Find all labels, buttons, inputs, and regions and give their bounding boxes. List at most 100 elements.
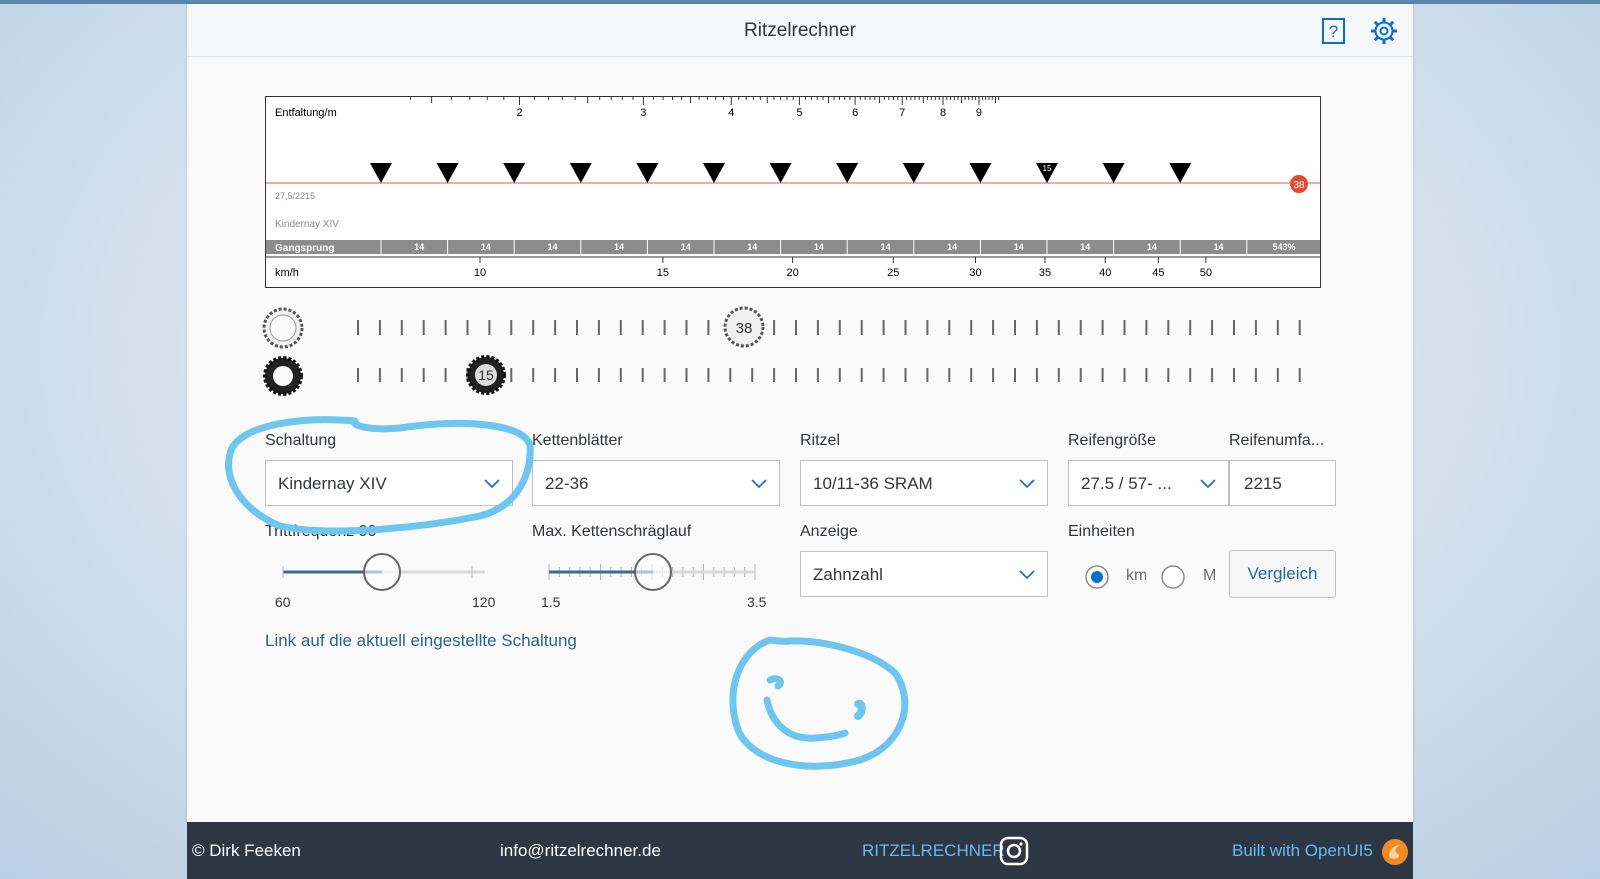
step-value: 14 — [1147, 242, 1157, 252]
speed-axis-label: km/h — [275, 267, 299, 279]
chainring-small-icon[interactable] — [262, 307, 304, 349]
chainring-value: 38 — [736, 320, 753, 337]
svg-text:?: ? — [1329, 22, 1338, 41]
ritzel-value: 10/11-36 SRAM — [813, 474, 933, 493]
step-value: 14 — [481, 242, 491, 252]
schaltung-link[interactable]: Link auf die aktuell eingestellte Schalt… — [265, 631, 577, 651]
step-value: 14 — [614, 242, 624, 252]
reifenumfang-input[interactable]: 2215 — [1229, 460, 1336, 506]
top-tick-label: 2 — [516, 107, 522, 119]
help-icon: ? — [1322, 18, 1345, 44]
gear-marker — [1102, 163, 1125, 183]
cog-current-icon[interactable]: 15 — [466, 355, 506, 395]
current-gear-text: 38 — [1293, 180, 1305, 191]
gear-marker — [503, 163, 526, 183]
step-value: 14 — [681, 242, 691, 252]
chevron-down-icon — [1019, 570, 1035, 580]
top-tick-label: 4 — [728, 107, 734, 119]
reifenumfang-value: 2215 — [1244, 474, 1282, 493]
reifengroesse-value: 27.5 / 57- ... — [1081, 474, 1172, 493]
trittfrequenz-max: 120 — [472, 594, 496, 610]
gear-marker — [769, 163, 792, 183]
top-tick-label: 7 — [899, 107, 905, 119]
vergleich-button[interactable]: Vergleich — [1229, 550, 1336, 598]
kettenschraeglauf-max: 3.5 — [747, 594, 767, 610]
kettenblaetter-value: 22-36 — [545, 474, 589, 493]
instagram-icon[interactable] — [999, 836, 1029, 866]
ritzel-select[interactable]: 10/11-36 SRAM — [800, 460, 1048, 506]
kettenblaetter-select[interactable]: 22-36 — [532, 460, 780, 506]
gear-marker — [703, 163, 725, 183]
chevron-down-icon — [1019, 479, 1035, 489]
gear-marker — [902, 163, 925, 183]
footer-built[interactable]: Built with OpenUI5 — [1232, 841, 1373, 861]
page-title: Ritzelrechner — [744, 20, 856, 41]
speed-tick-label: 45 — [1152, 267, 1164, 279]
kettenschraeglauf-slider[interactable] — [541, 552, 771, 592]
gear-marker — [836, 163, 859, 183]
footer: © Dirk Feeken info@ritzelrechner.de RITZ… — [187, 822, 1413, 879]
speed-tick-label: 20 — [786, 267, 798, 279]
gear-selector: 38 15 — [262, 306, 1301, 396]
step-value: 14 — [947, 242, 957, 252]
step-value: 14 — [414, 242, 424, 252]
gear-marker — [436, 163, 459, 183]
step-value: 14 — [1014, 242, 1024, 252]
top-tick-label: 6 — [852, 107, 858, 119]
top-tick-label: 8 — [940, 107, 946, 119]
gear-marker — [569, 163, 592, 183]
footer-email[interactable]: info@ritzelrechner.de — [500, 841, 661, 861]
slider-handle[interactable] — [634, 553, 672, 591]
unit-m-radio[interactable] — [1160, 564, 1186, 590]
chevron-down-icon — [751, 479, 767, 489]
unit-m-label: M — [1203, 567, 1217, 584]
gear-icon — [1371, 18, 1397, 44]
cog-value: 15 — [478, 367, 494, 383]
reifengroesse-label: Reifengröße — [1068, 432, 1157, 449]
hub-label: Kindernay XIV — [275, 219, 339, 230]
speed-tick-label: 10 — [474, 267, 486, 279]
anzeige-value: Zahnzahl — [813, 565, 883, 584]
chevron-down-icon — [1200, 479, 1216, 489]
speed-tick-label: 15 — [657, 267, 669, 279]
top-axis-label: Entfaltung/m — [275, 107, 337, 119]
step-value: 14 — [1213, 242, 1223, 252]
step-value: 14 — [747, 242, 757, 252]
range-value: 543% — [1272, 242, 1295, 252]
step-label: Gangsprung — [275, 243, 334, 254]
chevron-down-icon — [484, 479, 500, 489]
app-window: Ritzelrechner ? Entfaltung/m 2 3 4 5 6 7… — [187, 4, 1413, 822]
kettenschraeglauf-label: Max. Kettenschräglauf — [532, 523, 692, 540]
top-tick-label: 3 — [640, 107, 646, 119]
schaltung-label: Schaltung — [265, 432, 337, 449]
unit-km-radio[interactable] — [1084, 564, 1110, 590]
reifenumfang-label: Reifenumfa... — [1229, 432, 1325, 449]
schaltung-select[interactable]: Kindernay XIV — [265, 460, 513, 506]
speed-tick-label: 50 — [1200, 267, 1212, 279]
slider-handle[interactable] — [363, 553, 401, 591]
gear-chart: Entfaltung/m 2 3 45 6 7 8 9 15 27,5/2215 Kinde… — [265, 96, 1321, 288]
step-value: 14 — [814, 242, 824, 252]
settings-button[interactable] — [1369, 16, 1399, 46]
cog-small-icon[interactable] — [263, 356, 303, 396]
anzeige-label: Anzeige — [800, 523, 858, 540]
trittfrequenz-min: 60 — [275, 594, 291, 610]
gear-marker — [969, 163, 992, 183]
trittfrequenz-slider[interactable] — [275, 552, 495, 592]
speed-tick-label: 25 — [887, 267, 899, 279]
step-value: 14 — [880, 242, 890, 252]
einheiten-label: Einheiten — [1068, 523, 1135, 540]
reifengroesse-select[interactable]: 27.5 / 57- ... — [1068, 460, 1229, 506]
trittfrequenz-label: Trittfrequenz 90 — [265, 523, 377, 540]
top-tick-label: 9 — [976, 107, 982, 119]
ritzel-label: Ritzel — [800, 432, 841, 449]
anzeige-select[interactable]: Zahnzahl — [800, 551, 1048, 597]
current-cog-label: 15 — [1043, 164, 1052, 173]
gear-label: 27,5/2215 — [275, 191, 315, 201]
chainring-large-icon[interactable]: 38 — [723, 306, 765, 348]
speed-tick-label: 35 — [1039, 267, 1051, 279]
help-button[interactable]: ? — [1318, 16, 1348, 46]
gear-marker — [370, 163, 392, 183]
schaltung-value: Kindernay XIV — [278, 474, 387, 493]
footer-brand[interactable]: RITZELRECHNER — [862, 841, 1005, 861]
